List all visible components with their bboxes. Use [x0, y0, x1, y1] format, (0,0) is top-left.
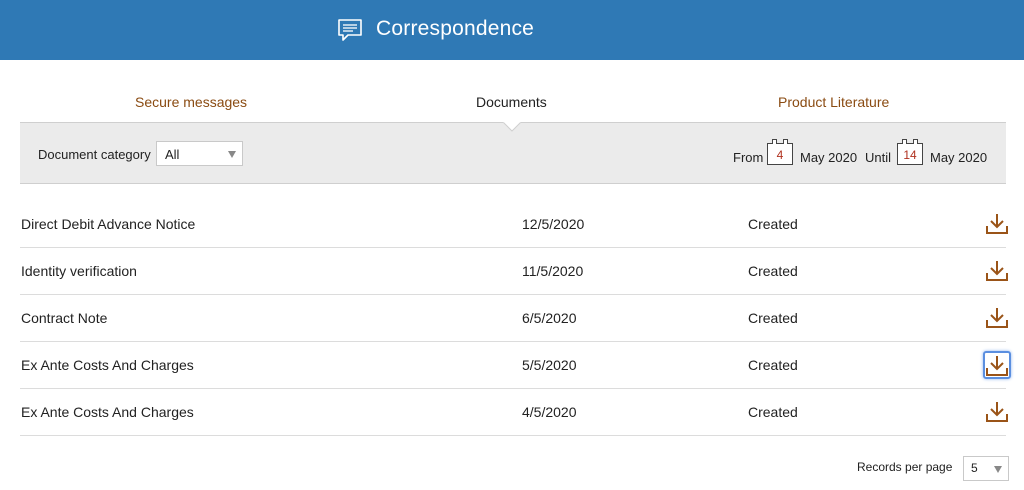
download-button[interactable]	[984, 211, 1010, 237]
until-date-picker[interactable]: 14	[897, 139, 923, 165]
list-item: Ex Ante Costs And Charges 5/5/2020 Creat…	[20, 342, 1011, 389]
download-icon	[986, 261, 1008, 281]
from-day: 4	[776, 148, 784, 162]
records-per-page-label: Records per page	[857, 460, 953, 474]
download-icon	[986, 214, 1008, 234]
document-date: 12/5/2020	[522, 216, 585, 232]
document-status: Created	[748, 263, 798, 279]
list-item: Contract Note 6/5/2020 Created	[20, 295, 1008, 342]
document-name: Ex Ante Costs And Charges	[21, 404, 194, 420]
dropdown-arrow-icon	[994, 466, 1002, 473]
until-day: 14	[903, 148, 917, 162]
records-per-page-select[interactable]: 5	[963, 456, 1009, 481]
document-status: Created	[748, 216, 798, 232]
dropdown-arrow-icon	[228, 151, 236, 158]
filter-bar: Document category All From 4 May 2020 Un…	[20, 122, 1006, 184]
document-date: 4/5/2020	[522, 404, 577, 420]
page-title: Correspondence	[376, 17, 535, 40]
document-category-label: Document category	[38, 147, 151, 162]
download-button[interactable]	[983, 351, 1011, 379]
records-per-page-value: 5	[971, 461, 978, 475]
page-header: Correspondence	[0, 0, 1024, 60]
document-date: 6/5/2020	[522, 310, 577, 326]
list-item: Direct Debit Advance Notice 12/5/2020 Cr…	[20, 201, 1008, 248]
until-label: Until	[865, 150, 892, 165]
download-icon	[986, 308, 1008, 328]
download-button[interactable]	[984, 305, 1010, 331]
download-button[interactable]	[984, 399, 1010, 425]
document-category-value: All	[165, 147, 180, 162]
tab-documents[interactable]: Documents	[476, 94, 547, 110]
document-date: 11/5/2020	[522, 263, 584, 279]
from-month-year: May 2020	[800, 150, 858, 165]
download-icon	[986, 402, 1008, 422]
active-tab-indicator	[503, 122, 521, 132]
document-status: Created	[748, 357, 798, 373]
document-name: Ex Ante Costs And Charges	[21, 357, 194, 373]
from-label: From	[733, 150, 764, 165]
tab-bar: Secure messages Documents Product Litera…	[20, 84, 1006, 122]
message-icon	[338, 19, 362, 41]
download-icon	[986, 356, 1008, 376]
documents-list: Direct Debit Advance Notice 12/5/2020 Cr…	[20, 201, 1011, 436]
document-category-select[interactable]: All	[156, 141, 243, 166]
document-name: Direct Debit Advance Notice	[21, 216, 196, 232]
document-status: Created	[748, 310, 798, 326]
document-name: Identity verification	[21, 263, 137, 279]
from-date-picker[interactable]: 4	[767, 139, 793, 165]
document-date: 5/5/2020	[522, 357, 577, 373]
list-item: Identity verification 11/5/2020 Created	[20, 248, 1008, 295]
document-status: Created	[748, 404, 798, 420]
list-item: Ex Ante Costs And Charges 4/5/2020 Creat…	[20, 389, 1008, 436]
download-button[interactable]	[984, 258, 1010, 284]
tab-secure-messages[interactable]: Secure messages	[135, 94, 247, 110]
until-month-year: May 2020	[930, 150, 988, 165]
document-name: Contract Note	[21, 310, 108, 326]
tab-product-literature[interactable]: Product Literature	[778, 94, 889, 110]
